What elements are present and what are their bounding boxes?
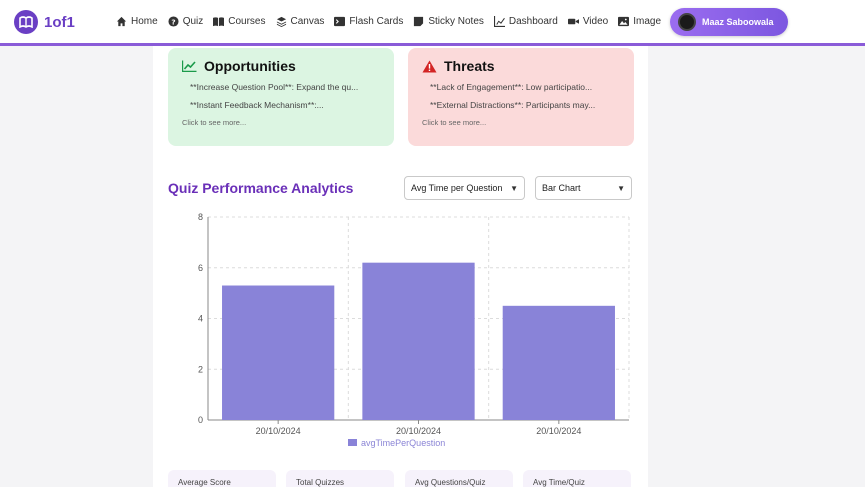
top-navbar: 1of1 Home ? Quiz Courses Canvas Flash Ca…	[0, 0, 865, 46]
y-tick-label: 4	[198, 314, 203, 324]
y-tick-label: 2	[198, 364, 203, 374]
nav-home[interactable]: Home	[116, 16, 158, 27]
opportunities-card[interactable]: Opportunities **Increase Question Pool**…	[168, 48, 394, 146]
svg-text:?: ?	[171, 17, 175, 26]
app-name: 1of1	[44, 13, 75, 31]
nav-courses[interactable]: Courses	[213, 16, 266, 27]
nav-home-label: Home	[131, 16, 158, 27]
video-icon	[567, 18, 579, 25]
opportunity-item: **Increase Question Pool**: Expand the q…	[190, 82, 359, 92]
y-tick-label: 6	[198, 263, 203, 273]
threats-card[interactable]: Threats **Lack of Engagement**: Low part…	[408, 48, 634, 146]
book-icon	[213, 17, 225, 27]
x-tick-label: 20/10/2024	[256, 426, 301, 436]
chart-type-select[interactable]: Bar Chart ▼	[535, 176, 632, 200]
nav-links: Home ? Quiz Courses Canvas Flash Cards S…	[116, 0, 661, 43]
opportunity-item: **Instant Feedback Mechanism**:...	[190, 100, 324, 110]
chart-icon	[493, 16, 505, 27]
nav-image[interactable]: Image	[618, 16, 661, 27]
avatar	[678, 13, 696, 31]
warning-icon	[422, 60, 437, 72]
nav-quiz[interactable]: ? Quiz	[168, 16, 204, 27]
stat-label: Average Score	[178, 478, 231, 487]
book-open-icon	[14, 10, 38, 34]
analytics-title: Quiz Performance Analytics	[168, 180, 354, 196]
x-tick-label: 20/10/2024	[396, 426, 441, 436]
y-tick-label: 0	[198, 415, 203, 425]
performance-bar-chart: 0 2 4 6 8 20/10/2024 20/10/2024 20/10/2024 avgTi…	[198, 212, 630, 448]
nav-image-label: Image	[633, 16, 662, 27]
y-tick-label: 8	[198, 212, 203, 222]
layers-icon	[276, 16, 286, 27]
image-icon	[618, 16, 630, 27]
nav-canvas-label: Canvas	[290, 16, 325, 27]
user-name: Maaz Saboowala	[702, 17, 774, 27]
nav-video-label: Video	[582, 16, 609, 27]
legend-swatch	[348, 439, 357, 446]
bar	[222, 285, 335, 420]
chart-type-select-value: Bar Chart	[542, 183, 581, 193]
nav-canvas[interactable]: Canvas	[276, 16, 325, 27]
note-icon	[414, 16, 424, 27]
metric-select-value: Avg Time per Question	[411, 183, 503, 193]
app-logo[interactable]: 1of1	[14, 10, 75, 34]
threats-title: Threats	[444, 58, 495, 74]
opportunities-title: Opportunities	[204, 58, 296, 74]
chevron-down-icon: ▼	[617, 183, 625, 193]
nav-dashboard[interactable]: Dashboard	[493, 16, 558, 27]
stat-label: Avg Questions/Quiz	[415, 478, 486, 487]
bar	[362, 262, 475, 420]
stat-card-total-quizzes: Total Quizzes	[286, 470, 394, 487]
stat-card-average-score: Average Score	[168, 470, 276, 487]
nav-sticky-notes-label: Sticky Notes	[428, 16, 484, 27]
bar	[502, 305, 615, 420]
stat-label: Total Quizzes	[296, 478, 345, 487]
stat-label: Avg Time/Quiz	[533, 478, 585, 487]
home-icon	[116, 16, 127, 27]
legend-label: avgTimePerQuestion	[361, 438, 445, 448]
x-tick-label: 20/10/2024	[536, 426, 581, 436]
nav-dashboard-label: Dashboard	[508, 16, 558, 27]
nav-video[interactable]: Video	[567, 16, 609, 27]
metric-select[interactable]: Avg Time per Question ▼	[404, 176, 525, 200]
opportunities-see-more-link[interactable]: Click to see more...	[182, 118, 380, 127]
nav-flash-cards[interactable]: Flash Cards	[334, 16, 403, 27]
user-menu-button[interactable]: Maaz Saboowala	[670, 8, 788, 36]
stat-card-avg-time: Avg Time/Quiz	[523, 470, 631, 487]
threat-item: **Lack of Engagement**: Low participatio…	[430, 82, 593, 92]
threats-see-more-link[interactable]: Click to see more...	[422, 118, 620, 127]
nav-sticky-notes[interactable]: Sticky Notes	[413, 16, 484, 27]
stat-card-avg-questions: Avg Questions/Quiz	[405, 470, 513, 487]
nav-flash-cards-label: Flash Cards	[349, 16, 404, 27]
nav-courses-label: Courses	[228, 16, 266, 27]
trending-up-icon	[182, 60, 197, 72]
chevron-down-icon: ▼	[510, 183, 518, 193]
terminal-icon	[334, 16, 346, 27]
nav-quiz-label: Quiz	[182, 16, 204, 27]
question-icon: ?	[168, 16, 179, 27]
threat-item: **External Distractions**: Participants …	[430, 100, 596, 110]
